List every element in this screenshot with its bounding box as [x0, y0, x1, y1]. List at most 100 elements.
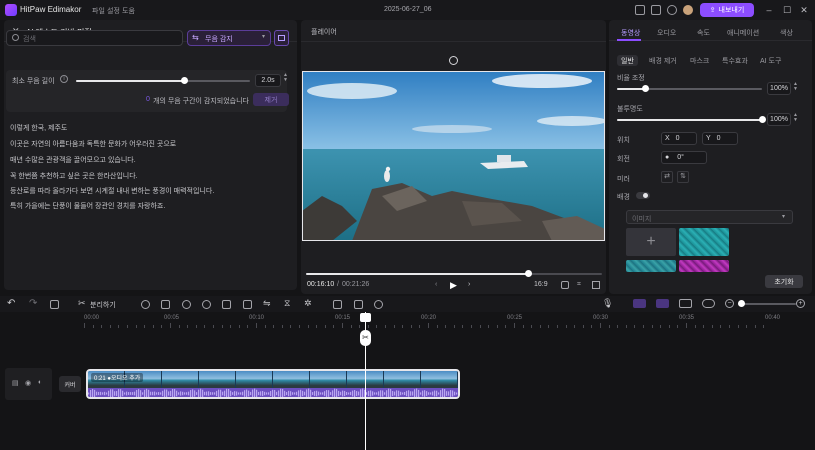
subtab-general[interactable]: 일반 — [617, 55, 638, 66]
scale-value[interactable]: 100% — [767, 82, 791, 95]
info-icon[interactable]: i — [60, 75, 68, 83]
transform-icon[interactable] — [243, 300, 252, 309]
flip-horizontal-icon[interactable]: ⇄ — [661, 171, 673, 183]
audio-icon[interactable] — [182, 300, 191, 309]
mirror-icon[interactable]: ⇋ — [263, 298, 271, 309]
waveform-bar — [444, 389, 446, 397]
search-input[interactable]: 검색 — [6, 30, 183, 46]
export-button[interactable]: ⇪ 내보내기 — [700, 3, 754, 17]
link-icon[interactable] — [656, 299, 669, 308]
fullscreen-icon[interactable] — [592, 281, 600, 289]
effects-icon[interactable]: ✲ — [304, 298, 312, 309]
gift-icon[interactable] — [667, 5, 677, 15]
redo-icon[interactable]: ↷ — [29, 298, 37, 309]
undo-icon[interactable]: ↶ — [7, 298, 15, 309]
freeze-icon[interactable]: ⧖ — [284, 298, 290, 309]
shield-icon[interactable] — [141, 300, 150, 309]
reset-button[interactable]: 초기화 — [765, 275, 803, 288]
magnet-icon[interactable] — [633, 299, 646, 308]
track-lock-icon[interactable]: ▤ — [12, 379, 19, 387]
transcript-line[interactable]: 이렇게 한국, 제주도 — [10, 123, 67, 133]
transcript-line[interactable]: 꼭 한번쯤 추천하고 싶은 곳은 한라산입니다. — [10, 171, 138, 181]
ai-voice-icon[interactable] — [354, 300, 363, 309]
zoom-slider-handle[interactable] — [738, 300, 745, 307]
background-swatch[interactable] — [626, 260, 676, 272]
playhead-handle[interactable] — [360, 313, 371, 322]
silence-slider-handle[interactable] — [181, 77, 188, 84]
track-mute-icon[interactable]: ◐ — [38, 379, 42, 386]
speed-icon[interactable] — [202, 300, 211, 309]
remove-button[interactable]: 제거 — [253, 93, 289, 106]
transcript-line[interactable]: 등산로를 따라 올라가다 보면 시계절 내내 변하는 풍경이 매력적입니다. — [10, 186, 214, 196]
tab-video[interactable]: 동영상 — [621, 28, 640, 38]
position-y-input[interactable]: Y0 — [702, 132, 738, 145]
menu-file[interactable]: 파일 — [92, 6, 105, 16]
zoom-out-icon[interactable]: − — [725, 299, 734, 308]
tab-audio[interactable]: 오디오 — [657, 28, 676, 38]
position-x-input[interactable]: X0 — [661, 132, 697, 145]
video-clip[interactable]: 0:21 ●오디오 추가 — [86, 369, 460, 399]
ruler-tick — [643, 325, 644, 328]
add-background-icon[interactable]: + — [626, 228, 676, 256]
text-icon[interactable] — [161, 300, 170, 309]
rotate-handle-icon[interactable] — [449, 56, 458, 65]
message-icon[interactable] — [651, 5, 661, 15]
video-scene — [302, 71, 605, 241]
crop-tool-icon[interactable] — [222, 300, 231, 309]
minimize-icon[interactable]: – — [763, 4, 775, 16]
play-icon[interactable]: ▶ — [450, 280, 457, 291]
video-frame[interactable] — [302, 71, 605, 241]
avatar[interactable] — [683, 5, 693, 15]
opacity-value[interactable]: 100% — [767, 113, 791, 126]
subtab-ai-tools[interactable]: AI 도구 — [756, 55, 785, 66]
transcript-line[interactable]: 매년 수많은 관광객을 끌어모으고 있습니다. — [10, 155, 136, 165]
chat-icon[interactable] — [635, 5, 645, 15]
aspect-ratio[interactable]: 16:9 — [534, 281, 548, 288]
playhead-split-icon[interactable]: ✂ — [360, 330, 371, 346]
stepper-icon[interactable]: ▲ ▼ — [283, 73, 288, 83]
rotate-input[interactable]: ● 0° — [661, 151, 707, 164]
opacity-slider-handle[interactable] — [759, 116, 766, 123]
playback-handle[interactable] — [525, 270, 532, 277]
scissors-icon[interactable]: ✂ — [78, 298, 86, 309]
transcript-line[interactable]: 이곳은 자연의 아름다움과 독특한 문화가 어우러진 곳으로 — [10, 139, 176, 149]
background-select[interactable]: 이미지 ▾ — [626, 210, 793, 224]
split-view-icon[interactable] — [679, 299, 692, 308]
transcript-line[interactable]: 특히 가을에는 단풍이 물들어 장관인 경치를 자랑하죠. — [10, 201, 165, 211]
menu-settings[interactable]: 설정 — [107, 6, 120, 16]
timeline-ruler[interactable] — [84, 312, 815, 326]
fit-icon[interactable] — [702, 299, 715, 308]
tab-animation[interactable]: 애니메이션 — [727, 28, 759, 38]
list-view-button[interactable] — [274, 30, 289, 46]
crop-icon[interactable]: ⌗ — [577, 281, 581, 289]
tab-color[interactable]: 색상 — [780, 28, 793, 38]
subtab-effects[interactable]: 특수효과 — [718, 55, 752, 66]
split-label[interactable]: 분리하기 — [90, 300, 116, 310]
previous-frame-icon[interactable]: ‹ — [435, 281, 437, 288]
opacity-stepper-icon[interactable]: ▲ ▼ — [793, 113, 798, 123]
zoom-in-icon[interactable]: + — [796, 299, 805, 308]
subtab-mask[interactable]: 마스크 — [686, 55, 713, 66]
maximize-icon[interactable]: ☐ — [781, 4, 793, 16]
mode-select[interactable]: ⇆ 무음 감지 ▾ — [187, 30, 271, 46]
zoom-slider[interactable] — [738, 303, 796, 305]
menu-help[interactable]: 도움 — [122, 6, 135, 16]
ai-caption-icon[interactable] — [333, 300, 342, 309]
background-swatch[interactable] — [679, 228, 729, 256]
close-window-icon[interactable]: ✕ — [798, 4, 810, 16]
background-toggle[interactable] — [636, 192, 650, 199]
cover-button[interactable]: 커버 — [59, 376, 81, 392]
scale-stepper-icon[interactable]: ▲ ▼ — [793, 82, 798, 92]
track-visibility-icon[interactable]: ◉ — [25, 379, 31, 387]
background-swatch[interactable] — [679, 260, 729, 272]
delete-icon[interactable] — [50, 300, 59, 309]
silence-value[interactable]: 2.0s — [255, 74, 281, 87]
subtab-bg-remove[interactable]: 배경 제거 — [645, 55, 681, 66]
record-icon[interactable] — [374, 300, 383, 309]
next-frame-icon[interactable]: › — [468, 281, 470, 288]
flip-vertical-icon[interactable]: ⇅ — [677, 171, 689, 183]
snapshot-icon[interactable] — [561, 281, 569, 289]
scale-slider-handle[interactable] — [641, 85, 649, 92]
microphone-icon[interactable]: 🎙 — [602, 298, 613, 309]
tab-speed[interactable]: 속도 — [697, 28, 710, 38]
